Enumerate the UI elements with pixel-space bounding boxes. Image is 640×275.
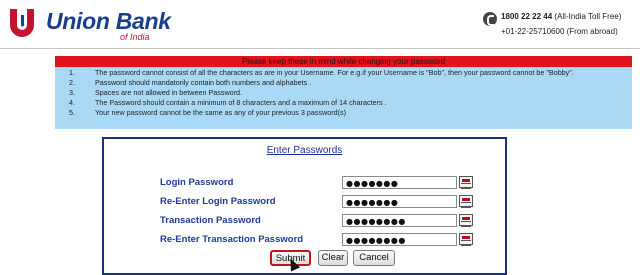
cancel-button[interactable]: Cancel xyxy=(353,250,395,266)
tollfree-digits: 1800 22 22 44 xyxy=(501,12,553,21)
reenter-login-password-label: Re-Enter Login Password xyxy=(160,196,276,207)
abroad-number: +01-22-25710600 (From abroad) xyxy=(501,27,618,36)
virtual-keyboard-icon[interactable] xyxy=(459,176,473,189)
virtual-keyboard-icon[interactable] xyxy=(459,214,473,227)
password-rules-box: Please keep these in mind while changing… xyxy=(55,56,632,129)
tollfree-number: 1800 22 22 44 (All-India Toll Free) xyxy=(501,12,621,21)
rule-text: The password cannot consist of all the c… xyxy=(95,68,574,77)
rule-text: Spaces are not allowed in between Passwo… xyxy=(95,88,243,97)
phone-icon xyxy=(483,12,497,26)
union-bank-logo-icon xyxy=(10,9,34,37)
rule-item: 2. Password should mandatorily contain bo… xyxy=(55,78,632,88)
rule-number: 2. xyxy=(69,78,75,87)
rule-number: 4. xyxy=(69,98,75,107)
brand-name: Union Bank xyxy=(46,8,171,34)
login-password-label: Login Password xyxy=(160,177,234,188)
clear-button[interactable]: Clear xyxy=(318,250,348,266)
rule-text: The Password should contain a minimum of… xyxy=(95,98,387,107)
rule-number: 3. xyxy=(69,88,75,97)
virtual-keyboard-icon[interactable] xyxy=(459,195,473,208)
rule-text: Password should mandatorily contain both… xyxy=(95,78,312,87)
tollfree-note: (All-India Toll Free) xyxy=(554,12,622,21)
rule-text: Your new password cannot be the same as … xyxy=(95,108,347,117)
rules-title: Please keep these in mind while changing… xyxy=(55,56,632,67)
reenter-transaction-password-input[interactable]: ●●●●●●●● xyxy=(342,233,457,246)
login-password-input[interactable]: ●●●●●●● xyxy=(342,176,457,189)
rule-item: 4. The Password should contain a minimum … xyxy=(55,98,632,108)
virtual-keyboard-icon[interactable] xyxy=(459,233,473,246)
reenter-login-password-input[interactable]: ●●●●●●● xyxy=(342,195,457,208)
header-divider xyxy=(0,48,640,49)
rule-item: 3. Spaces are not allowed in between Pass… xyxy=(55,88,632,98)
site-header: Union Bank of India 1800 22 22 44 (All-I… xyxy=(0,0,640,48)
brand-subtitle: of India xyxy=(120,32,150,42)
transaction-password-label: Transaction Password xyxy=(160,215,261,226)
reenter-transaction-password-label: Re-Enter Transaction Password xyxy=(160,234,304,245)
rule-item: 5. Your new password cannot be the same a… xyxy=(55,108,632,118)
rule-number: 5. xyxy=(69,108,75,117)
rules-list: 1. The password cannot consist of all the… xyxy=(55,67,632,118)
transaction-password-input[interactable]: ●●●●●●●● xyxy=(342,214,457,227)
panel-title: Enter Passwords xyxy=(266,145,343,156)
rule-number: 1. xyxy=(69,68,75,77)
rule-item: 1. The password cannot consist of all the… xyxy=(55,68,632,78)
